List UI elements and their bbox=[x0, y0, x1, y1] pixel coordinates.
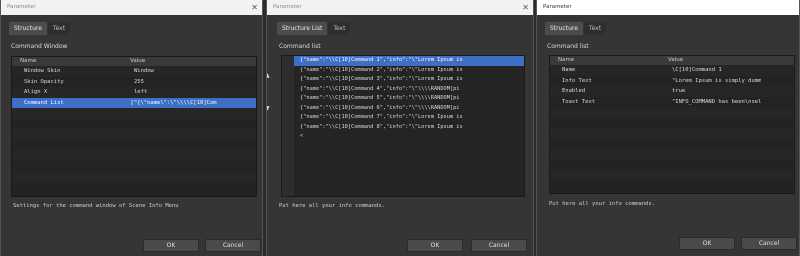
empty-row bbox=[550, 139, 794, 150]
table-row[interactable]: Enabled true bbox=[550, 86, 794, 97]
tab-bar: Structure Text bbox=[545, 22, 607, 35]
tab-text[interactable]: Text bbox=[583, 22, 607, 35]
close-icon[interactable]: ✕ bbox=[522, 0, 529, 15]
empty-row bbox=[550, 181, 794, 192]
list-item[interactable]: {"name":"\\C[10]Command 3","info":"\"Lor… bbox=[294, 75, 524, 85]
header-name: Name bbox=[20, 58, 37, 64]
empty-row bbox=[12, 140, 256, 151]
empty-row bbox=[12, 161, 256, 172]
window-titlebar: Parameter bbox=[537, 0, 799, 15]
table-row[interactable]: Align X left bbox=[12, 87, 256, 98]
window-titlebar: Parameter ✕ bbox=[267, 0, 533, 15]
empty-row bbox=[12, 129, 256, 140]
description-text: Put here all your info commands. bbox=[279, 203, 385, 209]
move-down-arrow-icon[interactable]: ▼ bbox=[267, 105, 270, 112]
new-item-marker[interactable]: < bbox=[294, 132, 524, 142]
row-value: \C[10]Command 1 bbox=[672, 67, 722, 73]
table-row[interactable]: Skin Opacity 255 bbox=[12, 77, 256, 88]
row-name: Name bbox=[562, 67, 576, 73]
empty-row bbox=[550, 160, 794, 171]
group-label: Command list bbox=[547, 43, 589, 50]
command-list[interactable]: {"name":"\\C[10]Command 1","info":"\"Lor… bbox=[281, 55, 525, 197]
ok-button[interactable]: OK bbox=[407, 239, 463, 252]
table-row[interactable]: Name \C[10]Command 1 bbox=[550, 65, 794, 76]
empty-row bbox=[550, 107, 794, 118]
cancel-button[interactable]: Cancel bbox=[471, 239, 527, 252]
row-name: Toast Text bbox=[562, 98, 596, 105]
empty-row bbox=[12, 108, 256, 119]
row-value: ["{\"name\":\"\\\\C[10]Com bbox=[130, 99, 217, 106]
empty-row bbox=[550, 128, 794, 139]
parameter-window-2: Parameter ✕ ▲ ▼ Structure List Text Comm… bbox=[266, 0, 534, 256]
table-row[interactable]: Toast Text "INFO_COMMAND has been\nsel bbox=[550, 97, 794, 108]
grid-header: Name Value bbox=[12, 57, 256, 66]
list-item[interactable]: {"name":"\\C[10]Command 4","info":"\"\\\… bbox=[294, 85, 524, 95]
row-name: Info Text bbox=[562, 77, 592, 84]
ok-button[interactable]: OK bbox=[679, 237, 735, 250]
row-name: Command List bbox=[24, 99, 64, 106]
cancel-button[interactable]: Cancel bbox=[741, 237, 797, 250]
window-titlebar: Parameter ✕ bbox=[1, 0, 262, 15]
cancel-button[interactable]: Cancel bbox=[205, 239, 261, 252]
tab-structure-list[interactable]: Structure List bbox=[277, 22, 328, 35]
empty-row bbox=[12, 171, 256, 182]
window-title: Parameter bbox=[7, 4, 36, 10]
empty-row bbox=[12, 182, 256, 193]
table-row[interactable]: Info Text "Lorem Ipsum is simply dumm bbox=[550, 76, 794, 87]
parameter-window-3: Parameter Structure Text Command list Na… bbox=[536, 0, 800, 256]
group-label: Command Window bbox=[11, 43, 68, 50]
group-label: Command list bbox=[279, 43, 321, 50]
parameter-grid: Name Value Window Skin Window Skin Opaci… bbox=[11, 56, 257, 197]
parameter-grid: Name Value Name \C[10]Command 1 Info Tex… bbox=[549, 55, 795, 194]
tab-structure[interactable]: Structure bbox=[9, 22, 47, 35]
table-row-selected[interactable]: Command List ["{\"name\":\"\\\\C[10]Com bbox=[12, 97, 256, 108]
parameter-window-1: Parameter ✕ Structure Text Command Windo… bbox=[0, 0, 263, 256]
description-text: Settings for the command window of Scene… bbox=[13, 203, 179, 209]
list-item[interactable]: {"name":"\\C[10]Command 2","info":"\"Lor… bbox=[294, 66, 524, 76]
row-name: Align X bbox=[24, 89, 48, 95]
row-value: Window bbox=[134, 68, 154, 74]
table-row[interactable]: Window Skin Window bbox=[12, 66, 256, 77]
tab-structure[interactable]: Structure bbox=[545, 22, 583, 35]
row-value: "INFO_COMMAND has been\nsel bbox=[672, 98, 762, 105]
list-gutter bbox=[282, 56, 294, 196]
row-value: true bbox=[672, 88, 686, 94]
window-title: Parameter bbox=[273, 4, 302, 10]
empty-row bbox=[550, 149, 794, 160]
close-icon[interactable]: ✕ bbox=[251, 0, 258, 15]
list-item[interactable]: {"name":"\\C[10]Command 6","info":"\"\\\… bbox=[294, 104, 524, 114]
row-name: Window Skin bbox=[24, 68, 61, 74]
row-name: Skin Opacity bbox=[24, 78, 64, 85]
header-name: Name bbox=[558, 57, 575, 63]
empty-row bbox=[12, 150, 256, 161]
grid-header: Name Value bbox=[550, 56, 794, 65]
tab-text[interactable]: Text bbox=[47, 22, 71, 35]
header-value: Value bbox=[668, 57, 684, 63]
list-item[interactable]: {"name":"\\C[10]Command 5","info":"\"\\\… bbox=[294, 94, 524, 104]
tab-bar: Structure Text bbox=[9, 22, 71, 35]
tab-bar: Structure List Text bbox=[277, 22, 351, 35]
ok-button[interactable]: OK bbox=[143, 239, 199, 252]
empty-row bbox=[550, 118, 794, 129]
empty-row bbox=[550, 170, 794, 181]
row-value: "Lorem Ipsum is simply dumm bbox=[672, 77, 762, 84]
description-text: Put here all your info commands. bbox=[549, 201, 655, 207]
window-title: Parameter bbox=[543, 4, 572, 10]
row-value: left bbox=[134, 89, 148, 95]
header-value: Value bbox=[130, 58, 146, 64]
move-up-arrow-icon[interactable]: ▲ bbox=[267, 72, 270, 79]
empty-row bbox=[12, 119, 256, 130]
tab-text[interactable]: Text bbox=[328, 22, 351, 35]
row-value: 255 bbox=[134, 78, 144, 85]
list-item[interactable]: {"name":"\\C[10]Command 8","info":"\"Lor… bbox=[294, 123, 524, 133]
list-item[interactable]: {"name":"\\C[10]Command 7","info":"\"Lor… bbox=[294, 113, 524, 123]
list-item-selected[interactable]: {"name":"\\C[10]Command 1","info":"\"Lor… bbox=[294, 56, 524, 66]
row-name: Enabled bbox=[562, 88, 586, 94]
